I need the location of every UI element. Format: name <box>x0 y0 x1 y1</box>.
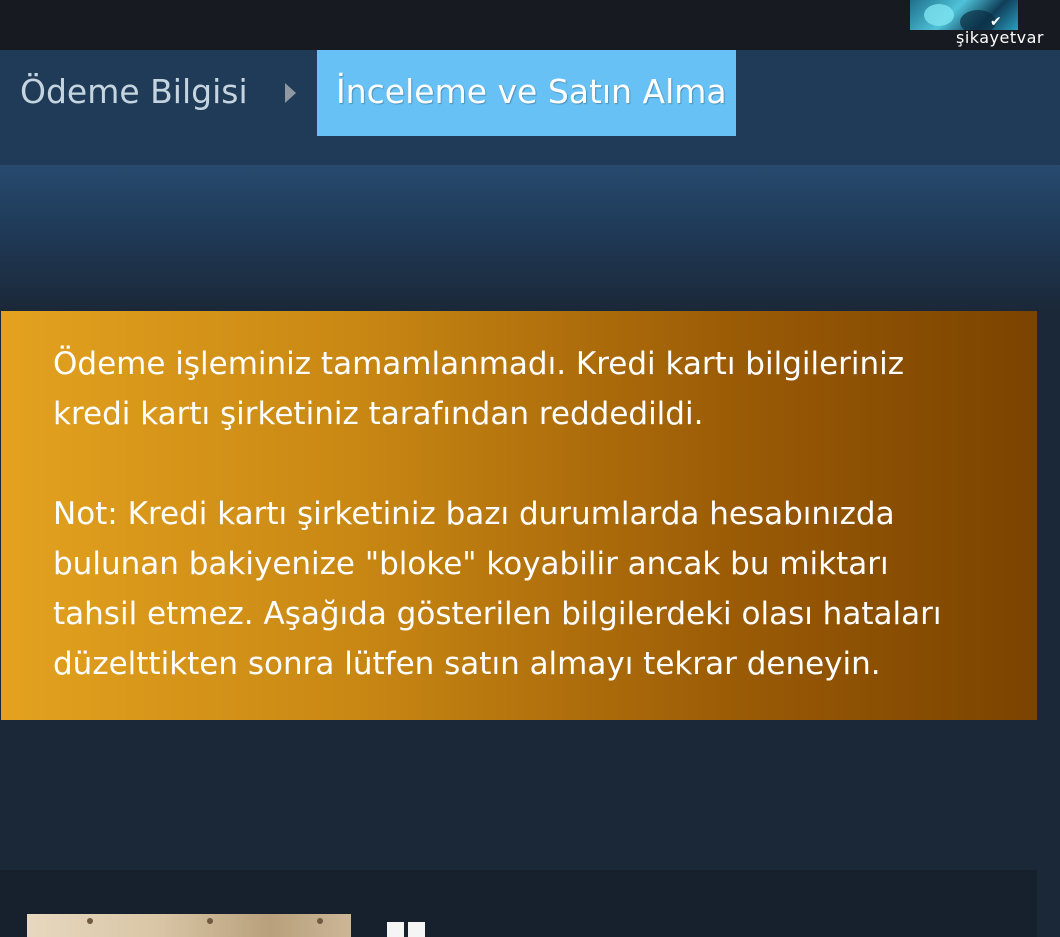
breadcrumb-step-label: İnceleme ve Satın Alma <box>336 72 727 111</box>
avatar[interactable] <box>910 0 1018 30</box>
pause-icon[interactable] <box>387 922 429 937</box>
thumbnail-detail <box>87 918 93 924</box>
breadcrumb-step-payment-info[interactable]: Ödeme Bilgisi <box>20 70 248 114</box>
breadcrumb-step-review-purchase[interactable]: İnceleme ve Satın Alma <box>317 50 736 136</box>
checkout-page: ✔ şikayetvar Ödeme Bilgisi İnceleme ve S… <box>0 0 1060 937</box>
error-note: Not: Kredi kartı şirketiniz bazı durumla… <box>53 489 997 689</box>
header-gradient-band <box>0 165 1060 310</box>
product-thumbnail[interactable] <box>27 914 351 937</box>
error-message: Ödeme işleminiz tamamlanmadı. Kredi kart… <box>53 339 997 439</box>
error-note-line: düzelttikten sonra lütfen satın almayı t… <box>53 646 881 682</box>
top-header: ✔ şikayetvar <box>0 0 1060 50</box>
error-note-line: Not: Kredi kartı şirketiniz bazı durumla… <box>53 496 895 532</box>
watermark-text: şikayetvar <box>955 28 1044 47</box>
breadcrumb: Ödeme Bilgisi İnceleme ve Satın Alma <box>0 50 1060 165</box>
error-note-line: tahsil etmez. Aşağıda gösterilen bilgile… <box>53 596 942 632</box>
error-message-line: kredi kartı şirketiniz tarafından redded… <box>53 396 704 432</box>
thumbnail-detail <box>317 918 323 924</box>
error-message-line: Ödeme işleminiz tamamlanmadı. Kredi kart… <box>53 346 905 382</box>
error-note-line: bulunan bakiyenize "bloke" koyabilir anc… <box>53 546 889 582</box>
error-message-box: Ödeme işleminiz tamamlanmadı. Kredi kart… <box>1 311 1037 720</box>
pause-bar <box>387 922 404 937</box>
caret-right-icon <box>285 83 296 103</box>
thumbnail-detail <box>207 918 213 924</box>
pause-bar <box>408 922 425 937</box>
cart-item-panel <box>0 870 1037 937</box>
avatar-image-part <box>924 4 954 26</box>
